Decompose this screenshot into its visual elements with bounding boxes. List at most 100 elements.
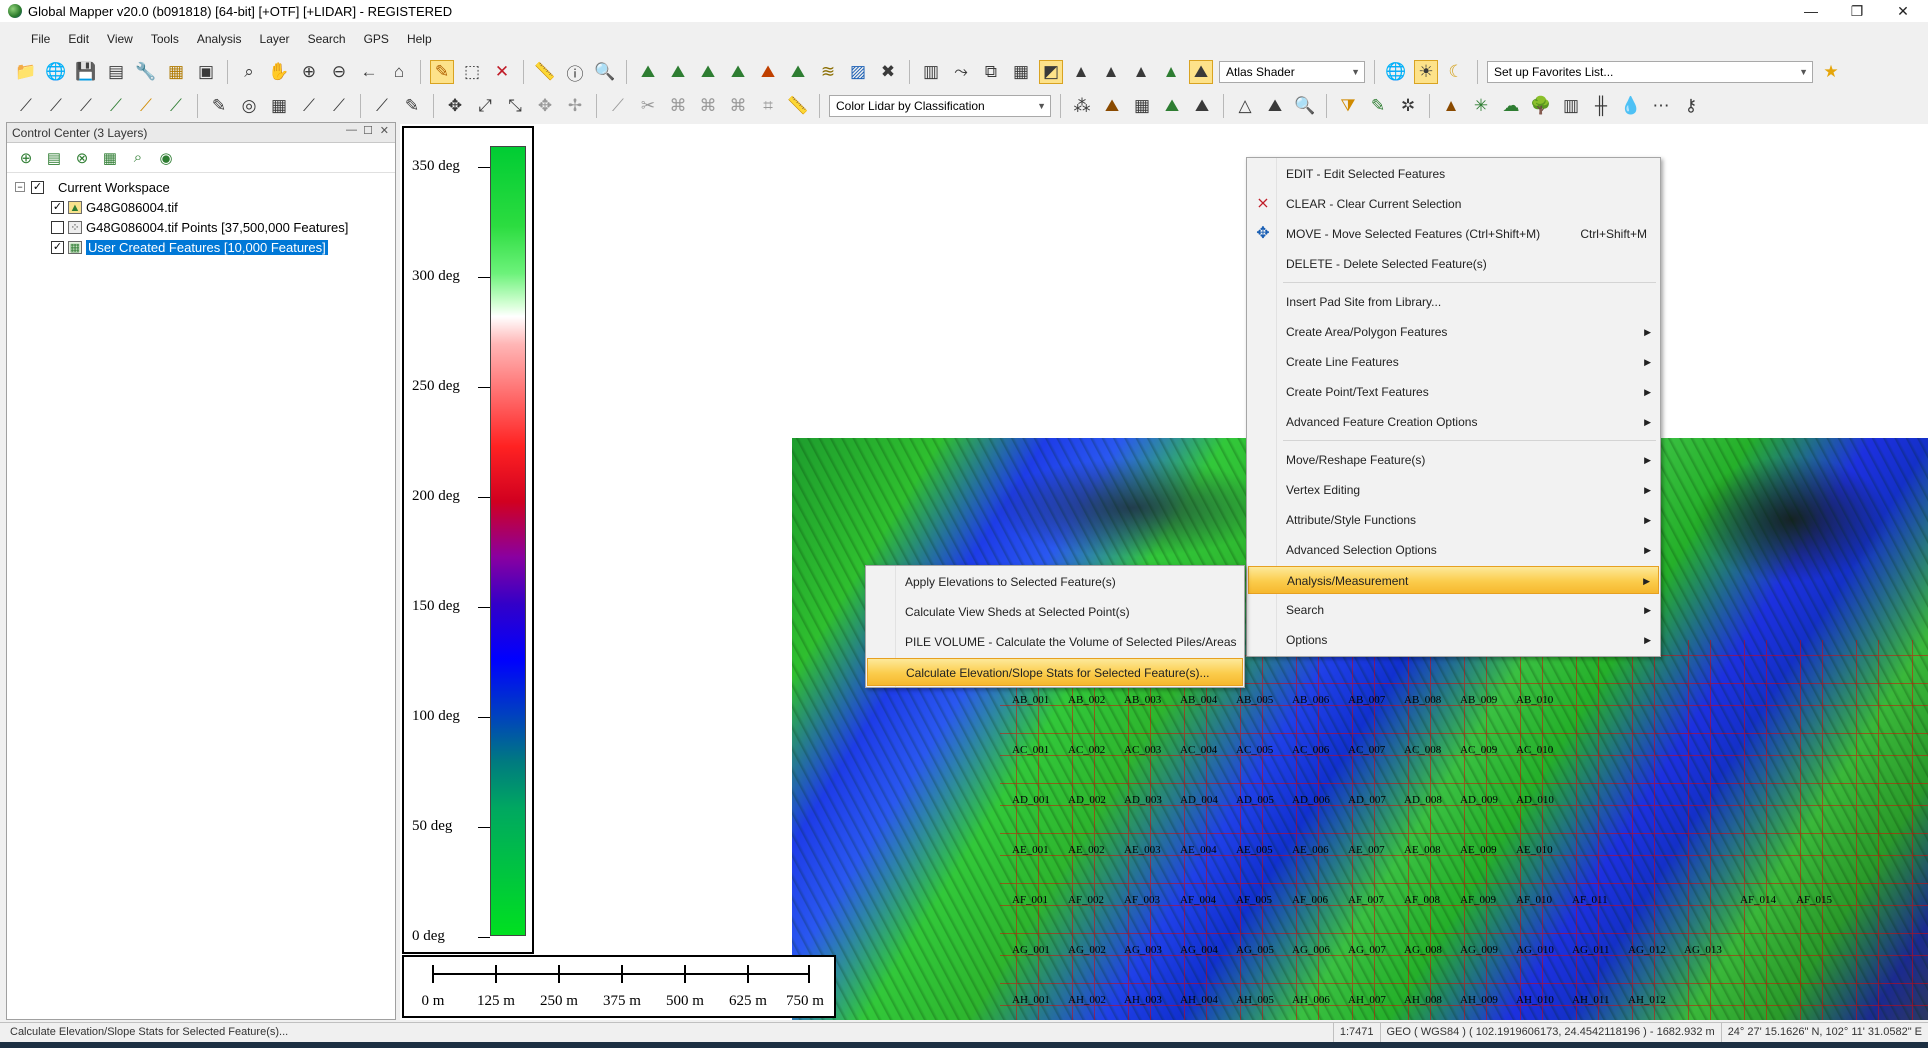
draw-line-icon[interactable]: ⟋ (14, 94, 38, 118)
menu-view[interactable]: View (98, 28, 142, 50)
workspace-node[interactable]: − ✓ Current Workspace (7, 177, 395, 197)
show-layer-icon[interactable]: ◉ (155, 147, 177, 169)
raster-icon[interactable]: ▨ (846, 60, 870, 84)
menu-item-advanced-selection[interactable]: Advanced Selection Options ▶ (1248, 536, 1659, 564)
menu-help[interactable]: Help (398, 28, 441, 50)
layer-item[interactable]: ⁘ G48G086004.tif Points [37,500,000 Feat… (7, 217, 395, 237)
menu-analysis[interactable]: Analysis (188, 28, 251, 50)
open-folder-icon[interactable]: 📁 (14, 60, 38, 84)
submenu-item-apply-elevations[interactable]: Apply Elevations to Selected Feature(s) (867, 568, 1243, 596)
menu-item-move-reshape[interactable]: Move/Reshape Feature(s) ▶ (1248, 446, 1659, 474)
back-arrow-icon[interactable]: ← (357, 60, 381, 84)
union-icon[interactable]: ⌘ (696, 94, 720, 118)
zoom-to-layer-icon[interactable]: ⌕ (127, 147, 149, 169)
draw-green-line-icon[interactable]: ⟋ (104, 94, 128, 118)
layer-item[interactable]: ✓ ▦ User Created Features [10,000 Featur… (7, 237, 395, 257)
pencil-icon[interactable]: ✎ (207, 94, 231, 118)
digitizer-pencil-icon[interactable]: ✎ (430, 60, 454, 84)
combine-icon[interactable]: ⌘ (666, 94, 690, 118)
menu-item-attribute-style[interactable]: Attribute/Style Functions ▶ (1248, 506, 1659, 534)
layer-checkbox[interactable] (51, 220, 64, 234)
lidar-icon[interactable]: ▲ (1159, 60, 1183, 84)
menu-item-analysis-measurement[interactable]: Analysis/Measurement ▶ (1248, 566, 1659, 594)
layer-checkbox[interactable]: ✓ (51, 240, 64, 254)
lidar-settings-icon[interactable]: ✲ (1396, 94, 1420, 118)
watershed-icon[interactable]: ⛰ (786, 60, 810, 84)
powerline-icon[interactable]: ╫ (1589, 94, 1613, 118)
elevation-icon[interactable]: ▲ (1069, 60, 1093, 84)
contour-icon[interactable]: ⛰ (666, 60, 690, 84)
menu-search[interactable]: Search (299, 28, 355, 50)
lidar-classify-icon[interactable]: ⛰ (1100, 94, 1124, 118)
lidar-filter-funnel-icon[interactable]: ⧩ (1336, 94, 1360, 118)
range-ring-icon[interactable]: ⟋ (297, 94, 321, 118)
noise-icon[interactable]: ⋯ (1649, 94, 1673, 118)
zoom-box-icon[interactable]: ⌕ (237, 60, 261, 84)
globe-icon[interactable]: 🌐 (44, 60, 68, 84)
water-icon[interactable]: 💧 (1619, 94, 1643, 118)
layer-options-icon[interactable]: ▤ (43, 147, 65, 169)
menu-item-move[interactable]: ✥ MOVE - Move Selected Features (Ctrl+Shi… (1248, 220, 1659, 248)
menu-item-advanced-creation[interactable]: Advanced Feature Creation Options ▶ (1248, 408, 1659, 436)
profile-icon[interactable]: ⛰ (696, 60, 720, 84)
maximize-button[interactable]: ❐ (1834, 0, 1880, 22)
lidar-tree-icon[interactable]: ⛰ (1160, 94, 1184, 118)
select-rect-icon[interactable]: ⬚ (460, 60, 484, 84)
save-icon[interactable]: 💾 (74, 60, 98, 84)
menu-gps[interactable]: GPS (355, 28, 398, 50)
print-icon[interactable]: ▤ (104, 60, 128, 84)
menu-edit[interactable]: Edit (59, 28, 98, 50)
edit-feature-icon[interactable]: ✎ (400, 94, 424, 118)
panel-minimize-icon[interactable]: — (346, 124, 357, 136)
draw-curve-icon[interactable]: ⟋ (74, 94, 98, 118)
close-button[interactable]: ✕ (1880, 0, 1926, 22)
move-icon[interactable]: ✥ (443, 94, 467, 118)
path-profile-icon[interactable]: ⤳ (949, 60, 973, 84)
water-level-icon[interactable]: ▲ (1129, 60, 1153, 84)
grid-tool-icon[interactable]: ▦ (267, 94, 291, 118)
wrench-icon[interactable]: 🔧 (134, 60, 158, 84)
zoom-in-icon[interactable]: ⊕ (297, 60, 321, 84)
lidar-edit-icon[interactable]: ✎ (1366, 94, 1390, 118)
bush-icon[interactable]: ☁ (1499, 94, 1523, 118)
submenu-item-pile-volume[interactable]: PILE VOLUME - Calculate the Volume of Se… (867, 628, 1243, 656)
viewshed-icon[interactable]: ⛰ (756, 60, 780, 84)
menu-item-clear[interactable]: ⨯ CLEAR - Clear Current Selection (1248, 190, 1659, 218)
draw-polyline-icon[interactable]: ⟋ (44, 94, 68, 118)
circle-tool-icon[interactable]: ◎ (237, 94, 261, 118)
panel-close-icon[interactable]: ✕ (380, 124, 389, 137)
layout-icon[interactable]: ▥ (919, 60, 943, 84)
pan-hand-icon[interactable]: ✋ (267, 60, 291, 84)
buffer-icon[interactable]: ⟋ (327, 94, 351, 118)
menu-layer[interactable]: Layer (251, 28, 299, 50)
minimize-button[interactable]: — (1788, 0, 1834, 22)
snap-icon[interactable]: ✢ (563, 94, 587, 118)
control-center-icon[interactable]: ▦ (164, 60, 188, 84)
shader-icon[interactable]: ▲ (1099, 60, 1123, 84)
triangle-icon[interactable]: △ (1233, 94, 1257, 118)
collapse-icon[interactable]: − (15, 182, 25, 192)
favorites-star-icon[interactable]: ★ (1819, 60, 1843, 84)
volume-icon[interactable]: ⛰ (726, 60, 750, 84)
submenu-item-view-sheds[interactable]: Calculate View Sheds at Selected Point(s… (867, 598, 1243, 626)
terrain-icon[interactable]: ⛰ (636, 60, 660, 84)
favorites-select[interactable]: Set up Favorites List... ▼ (1487, 61, 1813, 83)
draw-orange-line-icon[interactable]: ⟋ (134, 94, 158, 118)
building-icon[interactable]: ▥ (1559, 94, 1583, 118)
reshape-icon[interactable]: ⤡ (503, 94, 527, 118)
workspace-checkbox[interactable]: ✓ (31, 180, 44, 194)
projection-globe-icon[interactable]: 🌐 (1384, 60, 1408, 84)
menu-item-edit[interactable]: EDIT - Edit Selected Features (1248, 160, 1659, 188)
shader-select[interactable]: Atlas Shader ▼ (1219, 61, 1365, 83)
grid-icon[interactable]: ≋ (816, 60, 840, 84)
zoom-out-icon[interactable]: ⊖ (327, 60, 351, 84)
ground-icon[interactable]: ▲ (1439, 94, 1463, 118)
move-vertex-icon[interactable]: ✥ (533, 94, 557, 118)
menu-item-vertex-editing[interactable]: Vertex Editing ▶ (1248, 476, 1659, 504)
submenu-item-elevation-slope-stats[interactable]: Calculate Elevation/Slope Stats for Sele… (867, 658, 1243, 686)
menu-item-insert-pad[interactable]: Insert Pad Site from Library... (1248, 288, 1659, 316)
layer-metadata-icon[interactable]: ▦ (99, 147, 121, 169)
info-icon[interactable]: ⓘ (563, 60, 587, 84)
3d-view-icon[interactable]: ▦ (1009, 60, 1033, 84)
add-layer-icon[interactable]: ⊕ (15, 147, 37, 169)
